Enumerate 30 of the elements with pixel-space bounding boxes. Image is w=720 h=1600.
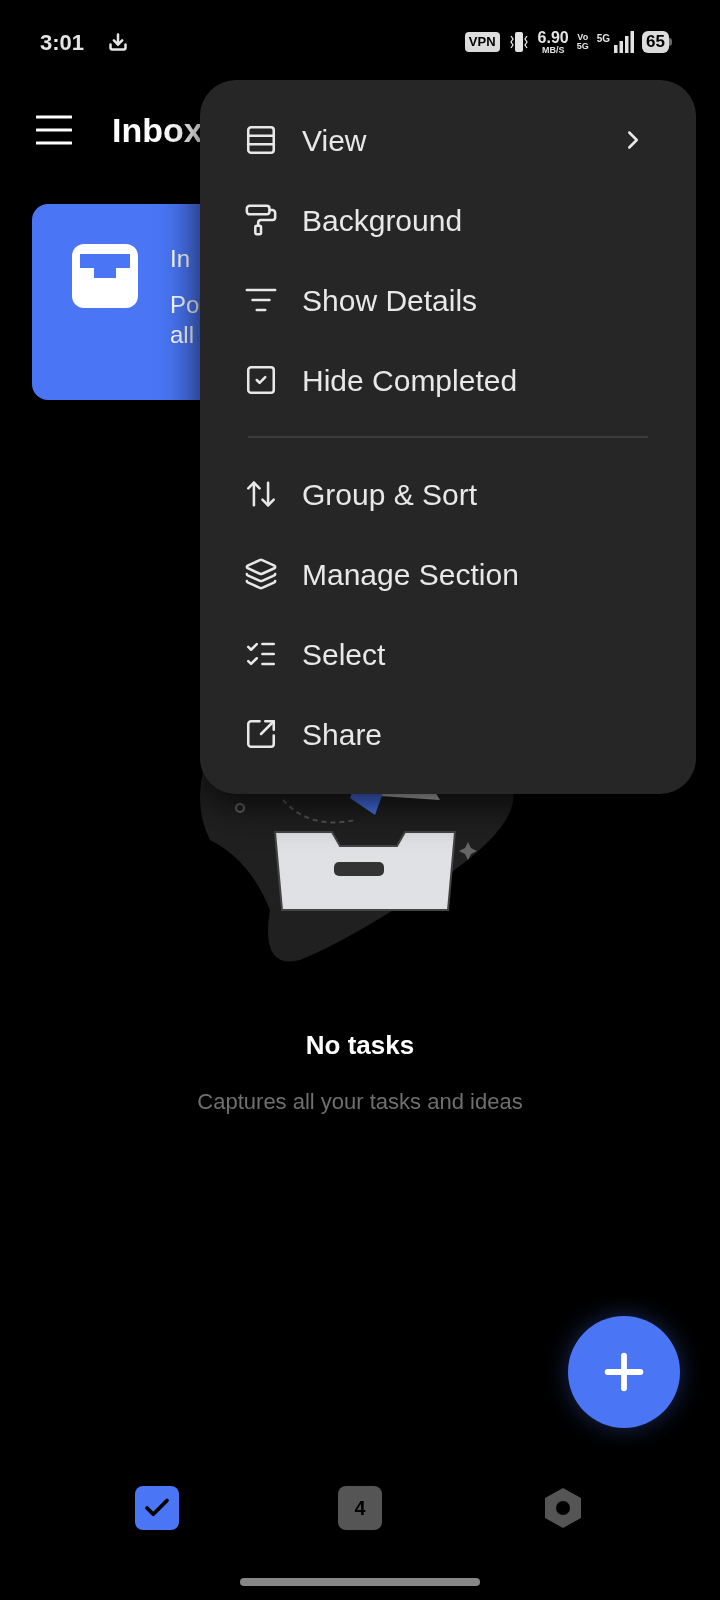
empty-state-title: No tasks xyxy=(305,1029,415,1062)
add-task-button[interactable] xyxy=(568,1316,680,1428)
menu-item[interactable]: Manage Section xyxy=(200,534,696,614)
page-title: Inbox xyxy=(112,109,203,151)
battery-indicator: 65 xyxy=(642,31,672,53)
menu-icon[interactable] xyxy=(36,114,72,146)
network-type: 5G xyxy=(596,32,611,46)
share-icon xyxy=(244,717,278,751)
volte-label: Vo xyxy=(577,33,589,42)
card-title: In xyxy=(170,244,191,274)
card-description: Po xyxy=(170,290,200,320)
checkbox-icon xyxy=(244,363,278,397)
menu-item[interactable]: Share xyxy=(200,694,696,774)
download-icon xyxy=(108,32,129,52)
paint-roller-icon xyxy=(244,203,278,237)
network-speed: 6.90 xyxy=(537,29,569,46)
menu-item[interactable]: View xyxy=(200,100,696,180)
vpn-badge: VPN xyxy=(464,32,500,52)
layers-icon xyxy=(244,557,278,591)
clock: 3:01 xyxy=(40,28,85,57)
empty-state-subtitle: Captures all your tasks and ideas xyxy=(197,1088,523,1116)
menu-item[interactable]: Group & Sort xyxy=(200,454,696,534)
menu-item[interactable]: Select xyxy=(200,614,696,694)
volte-network: 5G xyxy=(576,42,589,51)
card-description: all xyxy=(170,320,195,350)
signal-icon xyxy=(614,31,635,53)
speed-unit: MB/S xyxy=(541,45,565,55)
tasks-tab[interactable] xyxy=(135,1486,180,1530)
inbox-icon xyxy=(72,244,138,308)
rows-icon xyxy=(244,123,278,157)
